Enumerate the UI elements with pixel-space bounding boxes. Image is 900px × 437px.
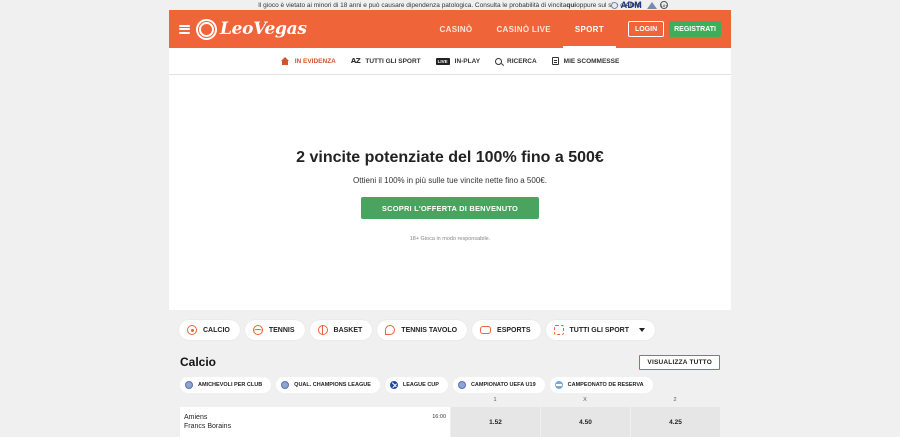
home-icon: [280, 57, 290, 65]
brand-name: LeoVegas: [220, 19, 307, 39]
welcome-offer-button[interactable]: SCOPRI L'OFFERTA DI BENVENUTO: [361, 197, 539, 219]
age-18-badge: 18+: [660, 1, 668, 9]
competition-label: AMICHEVOLI PER CLUB: [198, 382, 263, 388]
subnav-label: RICERCA: [507, 57, 537, 65]
promo-subtitle: Ottieni il 100% in più sulle tue vincite…: [353, 176, 547, 185]
subnav-label: IN-PLAY: [454, 57, 481, 65]
argentina-flag-icon: [554, 381, 563, 389]
odds-header-home: 1: [493, 397, 497, 403]
top-nav: CASINÒ CASINÒ LIVE SPORT: [428, 10, 617, 48]
sport-pill-label: ESPORTS: [497, 326, 531, 334]
odds-header-draw: X: [583, 397, 587, 403]
sport-pill-label: BASKET: [333, 326, 363, 334]
betslip-icon: [551, 57, 559, 65]
chevron-down-icon: [639, 328, 645, 332]
adm-logos: ADM 18+: [610, 0, 668, 10]
lion-icon: [196, 18, 217, 40]
sport-pill-esports[interactable]: ESPORTS: [472, 320, 541, 340]
subnav-label: MIE SCOMMESSE: [563, 57, 620, 65]
menu-icon[interactable]: [179, 24, 190, 34]
view-all-button[interactable]: VISUALIZZA TUTTO: [639, 354, 720, 370]
responsible-gaming-note: 18+ Gioca in modo responsabile.: [409, 236, 491, 242]
competition-label: LEAGUE CUP: [402, 382, 439, 388]
competition-pills: AMICHEVOLI PER CLUB QUAL. CHAMPIONS LEAG…: [169, 377, 731, 393]
nav-casino-live[interactable]: CASINÒ LIVE: [484, 10, 562, 48]
subnav-ricerca[interactable]: RICERCA: [495, 57, 537, 65]
sport-pill-tennis-tavolo[interactable]: TENNIS TAVOLO: [377, 320, 468, 340]
match-info[interactable]: Amiens Francs Borains 16:00: [180, 407, 450, 437]
competition-pill[interactable]: CAMPEONATO DE RESERVA: [549, 377, 653, 393]
odd-home-button[interactable]: 1.52: [451, 407, 540, 437]
odds-header: 1 X 2: [169, 397, 731, 406]
login-button[interactable]: LOGIN: [627, 21, 665, 37]
subnav-label: TUTTI GLI SPORT: [365, 57, 421, 65]
sport-pill-label: CALCIO: [203, 326, 230, 334]
disclaimer-bar: Il gioco è vietato ai minori di 18 anni …: [0, 0, 900, 10]
competition-pill[interactable]: AMICHEVOLI PER CLUB: [180, 377, 272, 393]
sport-pill-tutti-gli-sport[interactable]: TUTTI GLI SPORT: [545, 320, 655, 340]
subnav-in-play[interactable]: LIVE IN-PLAY: [435, 57, 481, 65]
globe-icon: [457, 381, 466, 389]
subnav-mie-scommesse[interactable]: MIE SCOMMESSE: [551, 57, 620, 65]
subnav-tutti-gli-sport[interactable]: AZ TUTTI GLI SPORT: [351, 57, 421, 65]
adm-seal-icon: [610, 1, 618, 9]
disclaimer-text: Il gioco è vietato ai minori di 18 anni …: [258, 1, 567, 9]
competition-pill[interactable]: QUAL. CHAMPIONS LEAGUE: [276, 377, 380, 393]
odds-header-away: 2: [673, 397, 677, 403]
sport-filter-pills: CALCIO TENNIS BASKET TENNIS TAVOLO ESPOR…: [169, 320, 731, 340]
table-tennis-icon: [385, 325, 396, 335]
globe-icon: [185, 381, 193, 389]
disclaimer-link[interactable]: qui: [566, 2, 576, 9]
nav-casino[interactable]: CASINÒ: [428, 10, 485, 48]
adm-logo: ADM: [620, 0, 642, 10]
brand-logo[interactable]: LeoVegas: [196, 18, 307, 40]
tennis-icon: [252, 325, 263, 335]
sport-pill-label: TENNIS: [268, 326, 295, 334]
basketball-icon: [317, 325, 328, 335]
globe-icon: [281, 381, 290, 389]
competition-label: QUAL. CHAMPIONS LEAGUE: [294, 382, 371, 388]
az-icon: AZ: [350, 57, 361, 65]
all-sports-icon: [553, 325, 564, 335]
nav-sport[interactable]: SPORT: [562, 10, 617, 48]
home-team: Amiens: [184, 414, 208, 421]
sport-pill-basket[interactable]: BASKET: [309, 320, 373, 340]
sport-pill-tennis[interactable]: TENNIS: [244, 320, 305, 340]
sport-pill-label: TUTTI GLI SPORT: [569, 326, 630, 334]
away-team: Francs Borains: [184, 423, 232, 430]
subnav-in-evidenza[interactable]: IN EVIDENZA: [280, 57, 336, 65]
section-title: Calcio: [180, 355, 217, 369]
esports-icon: [480, 326, 492, 334]
promo-hero: 2 vincite potenziate del 100% fino a 500…: [169, 75, 731, 310]
register-button[interactable]: REGISTRATI: [669, 21, 721, 37]
subnav-label: IN EVIDENZA: [294, 57, 336, 65]
search-icon: [495, 57, 503, 65]
adm-mark-icon: [647, 1, 657, 9]
match-time: 16:00: [432, 414, 446, 420]
live-icon: LIVE: [435, 57, 450, 65]
competition-pill[interactable]: LEAGUE CUP: [384, 377, 448, 393]
sport-pill-label: TENNIS TAVOLO: [401, 326, 458, 334]
scotland-flag-icon: [389, 381, 398, 389]
competition-label: CAMPEONATO DE RESERVA: [567, 382, 644, 388]
promo-title: 2 vincite potenziate del 100% fino a 500…: [296, 149, 604, 166]
odd-draw-button[interactable]: 4.50: [541, 407, 630, 437]
sport-subnav: IN EVIDENZA AZ TUTTI GLI SPORT LIVE IN-P…: [169, 48, 731, 75]
competition-label: CAMPIONATO UEFA U19: [470, 382, 536, 388]
football-icon: [187, 325, 197, 335]
competition-pill[interactable]: CAMPIONATO UEFA U19: [452, 377, 545, 393]
top-header: LeoVegas CASINÒ CASINÒ LIVE SPORT LOGIN …: [169, 10, 731, 48]
sport-pill-calcio[interactable]: CALCIO: [179, 320, 240, 340]
odd-away-button[interactable]: 4.25: [631, 407, 720, 437]
match-row: Amiens Francs Borains 16:00 1.52 4.50 4.…: [169, 407, 731, 437]
football-section-header: Calcio VISUALIZZA TUTTO: [169, 352, 731, 372]
